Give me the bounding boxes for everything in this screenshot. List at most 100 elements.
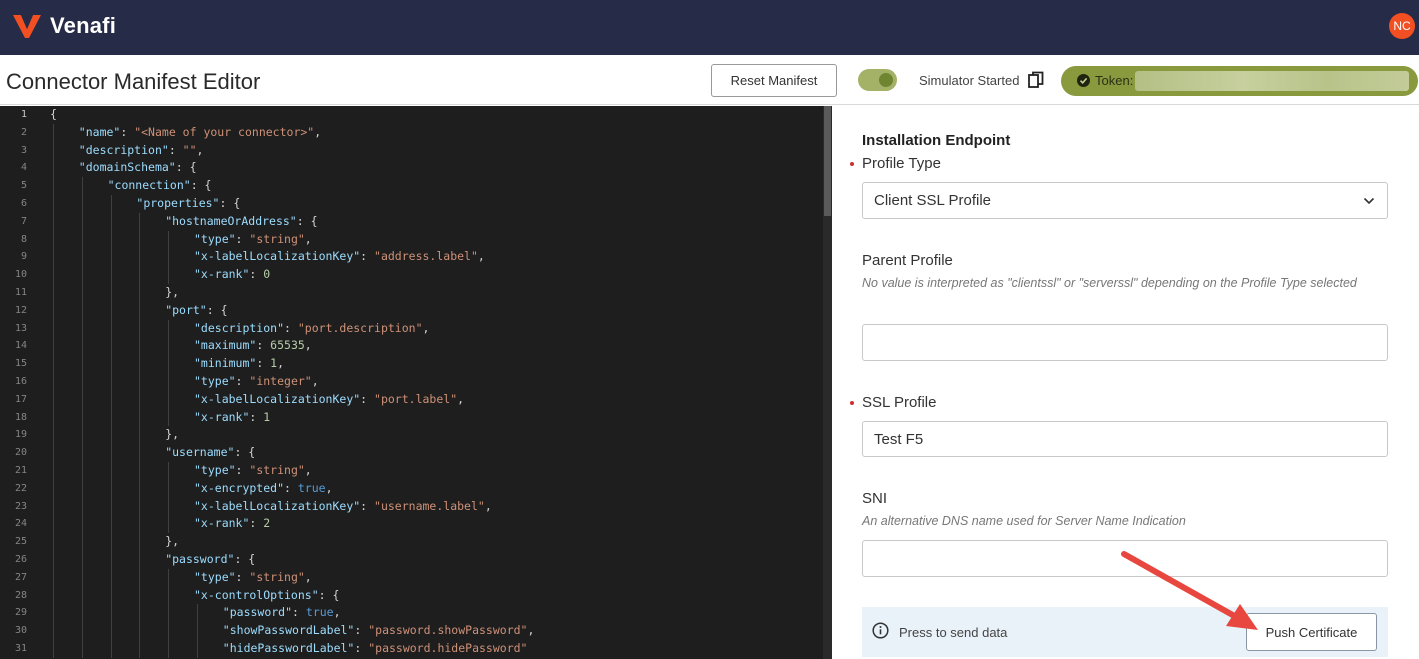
indent-guide (168, 390, 170, 409)
copy-icon[interactable] (1027, 71, 1045, 89)
indent-guide (53, 497, 54, 516)
toggle-knob (879, 73, 893, 87)
indent-guide (81, 551, 83, 569)
user-avatar[interactable]: NC (1389, 13, 1415, 39)
indent-guide (53, 355, 54, 373)
code-line[interactable]: 22 "x-encrypted": true, (0, 479, 832, 498)
code-text: "x-rank": 2 (194, 515, 270, 533)
push-certificate-button[interactable]: Push Certificate (1246, 613, 1377, 651)
token-badge[interactable]: Token: (1061, 66, 1418, 96)
code-line[interactable]: 29 "password": true, (0, 604, 832, 623)
code-line[interactable]: 5 "connection": { (0, 177, 832, 195)
code-token: : { (234, 445, 256, 460)
indent-guide (168, 373, 170, 391)
venafi-logo[interactable]: Venafi (12, 13, 116, 39)
code-token: , (304, 231, 312, 246)
code-token: "connection" (107, 178, 191, 193)
code-token: "properties" (136, 196, 220, 210)
code-text: "description": "port.description", (194, 320, 429, 338)
code-line[interactable]: 13 "description": "port.description", (0, 319, 832, 338)
reset-manifest-button[interactable]: Reset Manifest (711, 64, 837, 97)
code-line[interactable]: 28 "x-controlOptions": { (0, 586, 832, 605)
code-line[interactable]: 11}, (0, 284, 832, 302)
indent-guide (139, 497, 141, 516)
simulator-toggle[interactable] (858, 69, 897, 91)
indent-guide (110, 426, 112, 445)
code-line[interactable]: 26 "password": { (0, 551, 832, 569)
indent-guide (53, 141, 54, 160)
code-text: "type": "integer", (194, 373, 319, 391)
code-line[interactable]: 20 "username": { (0, 444, 832, 462)
indent-guide (53, 622, 54, 640)
indent-guide (110, 355, 112, 373)
code-token: : (292, 605, 306, 620)
code-text: }, (165, 284, 179, 302)
sni-label: SNI (862, 490, 888, 507)
code-text: "x-labelLocalizationKey": "address.label… (194, 248, 485, 266)
indent-guide (81, 515, 83, 534)
indent-guide (81, 195, 83, 213)
indent-guide (110, 337, 112, 356)
code-text: "minimum": 1, (194, 355, 284, 373)
code-line[interactable]: 2 "name": "<Name of your connector>", (0, 123, 832, 142)
indent-guide (139, 355, 141, 373)
code-line[interactable]: 17 "x-labelLocalizationKey": "port.label"… (0, 390, 832, 409)
code-line[interactable]: 31 "hidePasswordLabel": "password.hidePas… (0, 640, 832, 658)
indent-guide (139, 586, 141, 605)
code-line[interactable]: 16 "type": "integer", (0, 373, 832, 391)
code-line[interactable]: 15 "minimum": 1, (0, 355, 832, 373)
code-line[interactable]: 1{ (0, 106, 832, 124)
code-line[interactable]: 7 "hostnameOrAddress": { (0, 212, 832, 231)
code-token: "x-labelLocalizationKey" (194, 498, 361, 513)
profile-type-select[interactable]: Client SSL Profile (862, 182, 1388, 219)
code-line[interactable]: 27 "type": "string", (0, 568, 832, 587)
code-line[interactable]: 8 "type": "string", (0, 230, 832, 249)
code-token: 0 (263, 267, 271, 282)
parent-profile-label: Parent Profile (862, 252, 953, 269)
code-token: "x-labelLocalizationKey" (194, 249, 361, 264)
line-number: 14 (14, 340, 27, 352)
line-number: 2 (20, 126, 27, 138)
code-token: , (527, 623, 535, 638)
form-title: Installation Endpoint (862, 132, 1011, 149)
indent-guide (110, 533, 112, 551)
indent-guide (139, 479, 141, 498)
indent-guide (81, 568, 83, 587)
line-number: 18 (14, 411, 27, 423)
code-line[interactable]: 4 "domainSchema": { (0, 159, 832, 178)
code-line[interactable]: 3 "description": "", (0, 141, 832, 160)
code-token: : { (296, 213, 318, 228)
code-line[interactable]: 14 "maximum": 65535, (0, 337, 832, 356)
code-token: : (284, 480, 298, 495)
indent-guide (53, 462, 54, 480)
code-line[interactable]: 24 "x-rank": 2 (0, 515, 832, 534)
editor-scrollbar-thumb[interactable] (824, 106, 831, 216)
indent-guide (110, 319, 112, 338)
code-line[interactable]: 23 "x-labelLocalizationKey": "username.la… (0, 497, 832, 516)
chevron-down-icon (1363, 197, 1375, 205)
code-line[interactable]: 18 "x-rank": 1 (0, 408, 832, 427)
indent-guide (139, 533, 141, 551)
code-line[interactable]: 21 "type": "string", (0, 462, 832, 480)
page-title: Connector Manifest Editor (6, 69, 261, 94)
code-line[interactable]: 12 "port": { (0, 301, 832, 320)
manifest-code-editor[interactable]: 1{2 "name": "<Name of your connector>", 3 "… (0, 106, 832, 659)
indent-guide (168, 640, 170, 658)
code-token: "username" (165, 445, 235, 460)
indent-guide (81, 444, 83, 462)
indent-guide (168, 337, 170, 356)
parent-profile-input[interactable] (862, 324, 1388, 361)
code-line[interactable]: 9 "x-labelLocalizationKey": "address.labe… (0, 248, 832, 267)
code-line[interactable]: 10 "x-rank": 0 (0, 266, 832, 284)
code-token: , (196, 142, 204, 157)
sni-input[interactable] (862, 540, 1388, 577)
code-line[interactable]: 25}, (0, 533, 832, 551)
indent-guide (53, 533, 54, 551)
code-line[interactable]: 6 "properties": { (0, 195, 832, 213)
code-line[interactable]: 30 "showPasswordLabel": "password.showPas… (0, 622, 832, 640)
indent-guide (53, 195, 54, 213)
code-text: "x-rank": 0 (194, 266, 270, 284)
code-line[interactable]: 19}, (0, 426, 832, 445)
indent-guide (139, 230, 141, 249)
ssl-profile-input[interactable] (862, 421, 1388, 457)
